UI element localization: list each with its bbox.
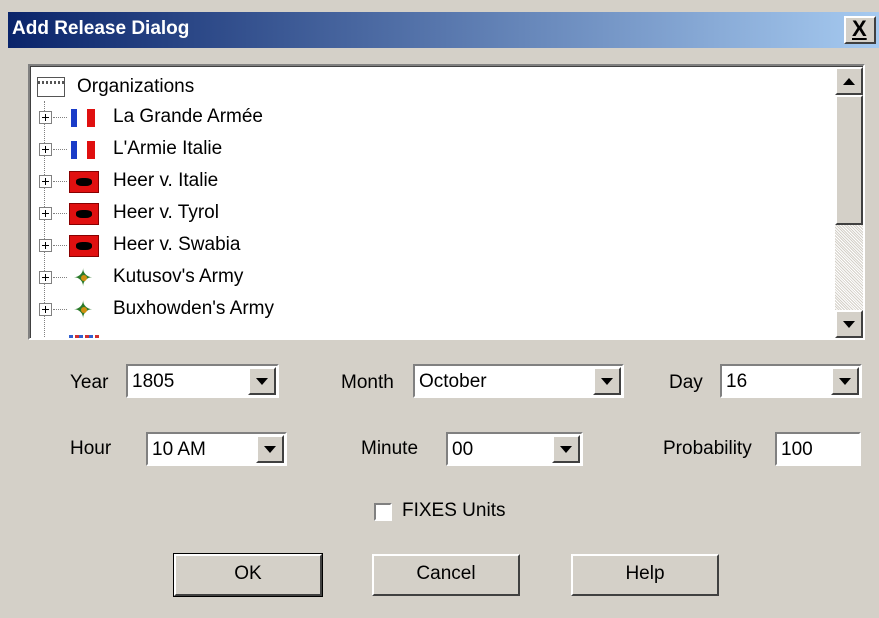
minute-value: 00 — [452, 439, 474, 460]
tree-connector — [53, 309, 67, 310]
expand-icon[interactable] — [39, 143, 52, 156]
expand-icon[interactable] — [39, 175, 52, 188]
chevron-down-icon — [264, 446, 276, 453]
flag-icon — [69, 335, 99, 338]
help-button[interactable]: Help — [571, 554, 719, 596]
minute-dropdown-button[interactable] — [552, 435, 580, 463]
tree-item[interactable]: Heer v. Tyrol — [37, 199, 827, 231]
scroll-up-button[interactable] — [835, 67, 863, 95]
expand-icon[interactable] — [39, 207, 52, 220]
chevron-down-icon — [560, 446, 572, 453]
year-value: 1805 — [132, 371, 175, 392]
expand-icon[interactable] — [39, 239, 52, 252]
year-dropdown-button[interactable] — [248, 367, 276, 395]
expand-icon[interactable] — [39, 271, 52, 284]
arrow-down-icon — [843, 321, 855, 328]
tree-item-partial[interactable] — [37, 329, 827, 338]
day-label: Day — [669, 372, 703, 393]
minute-label: Minute — [361, 438, 419, 459]
organizations-icon — [37, 77, 65, 97]
hour-select[interactable]: 10 AM — [146, 432, 287, 466]
hour-dropdown-button[interactable] — [256, 435, 284, 463]
tree-connector — [53, 277, 67, 278]
month-value: October — [419, 371, 487, 392]
austria-flag-icon — [69, 203, 99, 225]
probability-value: 100 — [781, 439, 813, 460]
austria-flag-icon — [69, 171, 99, 193]
ok-button[interactable]: OK — [173, 553, 323, 597]
tree-item[interactable]: Kutusov's Army — [37, 263, 827, 295]
tree-item[interactable]: Heer v. Italie — [37, 167, 827, 199]
tree-connector — [53, 149, 67, 150]
month-dropdown-button[interactable] — [593, 367, 621, 395]
year-select[interactable]: 1805 — [126, 364, 279, 398]
year-label: Year — [70, 372, 109, 393]
tree-item[interactable]: Heer v. Swabia — [37, 231, 827, 263]
russia-flag-icon — [69, 296, 99, 325]
close-button[interactable]: X — [844, 16, 876, 44]
tree-connector — [53, 181, 67, 182]
arrow-up-icon — [843, 78, 855, 85]
scrollbar-thumb[interactable] — [835, 95, 863, 225]
tree-item-label: L'Armie Italie — [113, 138, 223, 159]
tree-item-label: La Grande Armée — [113, 106, 263, 127]
probability-input[interactable]: 100 — [775, 432, 861, 466]
fixes-units-label[interactable]: FIXES Units — [402, 500, 505, 522]
probability-label: Probability — [663, 438, 752, 459]
tree-view-area: Organizations La Grande Armée L'Armie It… — [30, 66, 863, 338]
expand-icon[interactable] — [39, 111, 52, 124]
month-label: Month — [341, 372, 394, 393]
tree-item-label: Heer v. Italie — [113, 170, 219, 191]
tree-item-label: Kutusov's Army — [113, 266, 244, 287]
tree-item[interactable]: La Grande Armée — [37, 103, 827, 135]
tree-connector — [53, 245, 67, 246]
tree-root-label: Organizations — [77, 76, 195, 97]
minute-select[interactable]: 00 — [446, 432, 583, 466]
expand-icon[interactable] — [39, 303, 52, 316]
cancel-button[interactable]: Cancel — [372, 554, 520, 596]
tree-connector — [53, 117, 67, 118]
tree-vertical-scrollbar[interactable] — [835, 67, 863, 338]
chevron-down-icon — [256, 378, 268, 385]
add-release-dialog: Add Release Dialog X Organizations La Gr… — [0, 0, 879, 618]
france-flag-icon — [69, 107, 99, 129]
day-select[interactable]: 16 — [720, 364, 862, 398]
tree-item-label: Buxhowden's Army — [113, 298, 274, 319]
chevron-down-icon — [601, 378, 613, 385]
tree-connector — [53, 213, 67, 214]
organizations-tree[interactable]: Organizations La Grande Armée L'Armie It… — [28, 64, 865, 340]
scroll-down-button[interactable] — [835, 310, 863, 338]
austria-flag-icon — [69, 235, 99, 257]
day-dropdown-button[interactable] — [831, 367, 859, 395]
tree-item[interactable]: L'Armie Italie — [37, 135, 827, 167]
tree-item-label: Heer v. Swabia — [113, 234, 241, 255]
chevron-down-icon — [839, 378, 851, 385]
fixes-units-checkbox[interactable] — [374, 503, 392, 521]
hour-value: 10 AM — [152, 439, 206, 460]
month-select[interactable]: October — [413, 364, 624, 398]
day-value: 16 — [726, 371, 748, 392]
tree-item[interactable]: Buxhowden's Army — [37, 295, 827, 327]
france-flag-icon — [69, 139, 99, 161]
russia-flag-icon — [69, 264, 99, 293]
title-bar[interactable]: Add Release Dialog — [8, 12, 879, 48]
hour-label: Hour — [70, 438, 112, 459]
dialog-title: Add Release Dialog — [12, 18, 190, 39]
close-icon: X — [852, 16, 867, 41]
tree-item-label: Heer v. Tyrol — [113, 202, 219, 223]
